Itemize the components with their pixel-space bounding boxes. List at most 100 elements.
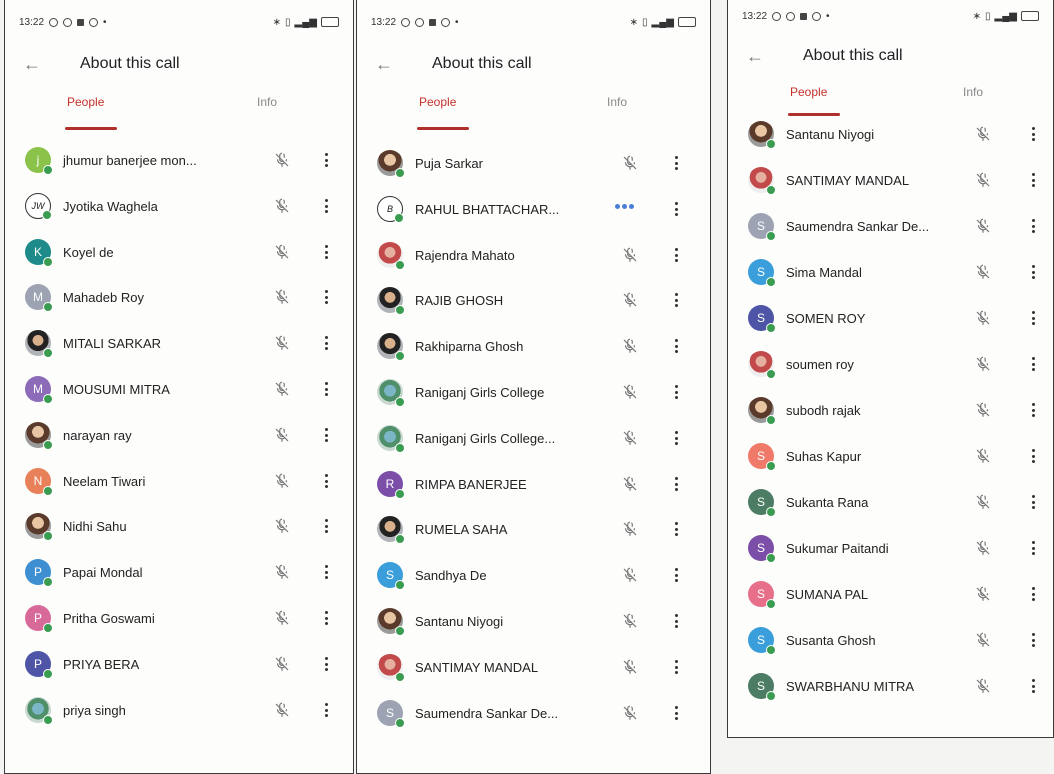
more-options-icon[interactable]: [323, 334, 329, 352]
participant-row[interactable]: RAJIB GHOSH: [357, 281, 710, 321]
participant-row[interactable]: JW Jyotika Waghela: [5, 187, 353, 227]
participant-row[interactable]: Raniganj Girls College: [357, 373, 710, 413]
tab-info[interactable]: Info: [963, 85, 983, 99]
more-options-icon[interactable]: [673, 337, 679, 355]
participant-name: subodh rajak: [786, 403, 861, 418]
more-options-icon[interactable]: [673, 246, 679, 264]
participant-row[interactable]: SANTIMAY MANDAL: [728, 161, 1053, 201]
tab-people[interactable]: People: [419, 95, 456, 109]
more-options-icon[interactable]: [673, 566, 679, 584]
more-options-icon[interactable]: [673, 520, 679, 538]
more-options-icon[interactable]: [1030, 263, 1036, 281]
more-options-icon[interactable]: [323, 655, 329, 673]
more-options-icon[interactable]: [323, 151, 329, 169]
more-options-icon[interactable]: [673, 291, 679, 309]
participant-row[interactable]: MITALI SARKAR: [5, 324, 353, 364]
more-options-icon[interactable]: [323, 243, 329, 261]
more-options-icon[interactable]: [1030, 677, 1036, 695]
participant-row[interactable]: subodh rajak: [728, 391, 1053, 431]
more-options-icon[interactable]: [673, 383, 679, 401]
participant-row[interactable]: Puja Sarkar: [357, 144, 710, 184]
back-arrow-icon[interactable]: ←: [746, 46, 764, 67]
more-options-icon[interactable]: [1030, 309, 1036, 327]
more-options-icon[interactable]: [1030, 631, 1036, 649]
more-options-icon[interactable]: [323, 563, 329, 581]
participant-row[interactable]: j jhumur banerjee mon...: [5, 141, 353, 181]
participant-row[interactable]: S Sandhya De: [357, 556, 710, 596]
participant-row[interactable]: B RAHUL BHATTACHAR...: [357, 190, 710, 230]
back-arrow-icon[interactable]: ←: [375, 54, 393, 75]
more-options-icon[interactable]: [1030, 217, 1036, 235]
more-options-icon[interactable]: [673, 429, 679, 447]
avatar: [377, 654, 405, 682]
more-notifications-icon: •: [103, 16, 107, 28]
more-options-icon[interactable]: [673, 612, 679, 630]
more-options-icon[interactable]: [323, 701, 329, 719]
more-options-icon[interactable]: [323, 517, 329, 535]
dot: [324, 524, 328, 528]
participant-name: soumen roy: [786, 357, 854, 372]
participant-row[interactable]: S Susanta Ghosh: [728, 621, 1053, 661]
participant-row[interactable]: Rakhiparna Ghosh: [357, 327, 710, 367]
participant-row[interactable]: K Koyel de: [5, 233, 353, 273]
more-options-icon[interactable]: [323, 380, 329, 398]
participant-row[interactable]: Santanu Niyogi: [357, 602, 710, 642]
more-options-icon[interactable]: [1030, 539, 1036, 557]
avatar: [25, 422, 53, 450]
tab-people[interactable]: People: [790, 85, 827, 99]
more-options-icon[interactable]: [673, 154, 679, 172]
online-indicator: [766, 599, 776, 609]
more-options-icon[interactable]: [673, 200, 679, 218]
participant-row[interactable]: P PRIYA BERA: [5, 645, 353, 685]
participant-row[interactable]: S Saumendra Sankar De...: [728, 207, 1053, 247]
participant-row[interactable]: narayan ray: [5, 416, 353, 456]
participant-row[interactable]: Nidhi Sahu: [5, 507, 353, 547]
more-options-icon[interactable]: [1030, 401, 1036, 419]
participant-row[interactable]: Santanu Niyogi: [728, 115, 1053, 155]
tab-info[interactable]: Info: [607, 95, 627, 109]
more-options-icon[interactable]: [673, 658, 679, 676]
participant-row[interactable]: priya singh: [5, 691, 353, 731]
participant-row[interactable]: P Pritha Goswami: [5, 599, 353, 639]
participant-row[interactable]: Raniganj Girls College...: [357, 419, 710, 459]
more-options-icon[interactable]: [1030, 125, 1036, 143]
online-indicator: [43, 669, 53, 679]
participant-row[interactable]: S Saumendra Sankar De...: [357, 694, 710, 734]
participant-row[interactable]: RUMELA SAHA: [357, 510, 710, 550]
app-header: ← About this call: [728, 41, 1053, 71]
participant-row[interactable]: P Papai Mondal: [5, 553, 353, 593]
notification-icon: [401, 17, 411, 27]
participant-row[interactable]: M MOUSUMI MITRA: [5, 370, 353, 410]
tab-people[interactable]: People: [67, 95, 104, 109]
participant-row[interactable]: S SUMANA PAL: [728, 575, 1053, 615]
dot: [674, 706, 678, 709]
more-options-icon[interactable]: [673, 704, 679, 722]
participant-row[interactable]: S Suhas Kapur: [728, 437, 1053, 477]
more-options-icon[interactable]: [1030, 493, 1036, 511]
more-options-icon[interactable]: [673, 475, 679, 493]
participant-row[interactable]: Rajendra Mahato: [357, 236, 710, 276]
more-options-icon[interactable]: [1030, 355, 1036, 373]
tab-info[interactable]: Info: [257, 95, 277, 109]
participant-row[interactable]: S Sukumar Paitandi: [728, 529, 1053, 569]
participant-row[interactable]: S Sukanta Rana: [728, 483, 1053, 523]
more-options-icon[interactable]: [323, 197, 329, 215]
more-options-icon[interactable]: [323, 472, 329, 490]
more-options-icon[interactable]: [1030, 447, 1036, 465]
online-indicator: [395, 534, 405, 544]
participant-row[interactable]: R RIMPA BANERJEE: [357, 465, 710, 505]
participant-row[interactable]: soumen roy: [728, 345, 1053, 385]
participant-row[interactable]: S Sima Mandal: [728, 253, 1053, 293]
participant-row[interactable]: N Neelam Tiwari: [5, 462, 353, 502]
participant-row[interactable]: S SOMEN ROY: [728, 299, 1053, 339]
more-options-icon[interactable]: [1030, 171, 1036, 189]
more-options-icon[interactable]: [1030, 585, 1036, 603]
participant-row[interactable]: S SWARBHANU MITRA: [728, 667, 1053, 707]
back-arrow-icon[interactable]: ←: [23, 54, 41, 75]
participant-row[interactable]: M Mahadeb Roy: [5, 278, 353, 318]
participant-row[interactable]: SANTIMAY MANDAL: [357, 648, 710, 688]
tab-indicator: [65, 127, 117, 130]
more-options-icon[interactable]: [323, 288, 329, 306]
more-options-icon[interactable]: [323, 426, 329, 444]
more-options-icon[interactable]: [323, 609, 329, 627]
